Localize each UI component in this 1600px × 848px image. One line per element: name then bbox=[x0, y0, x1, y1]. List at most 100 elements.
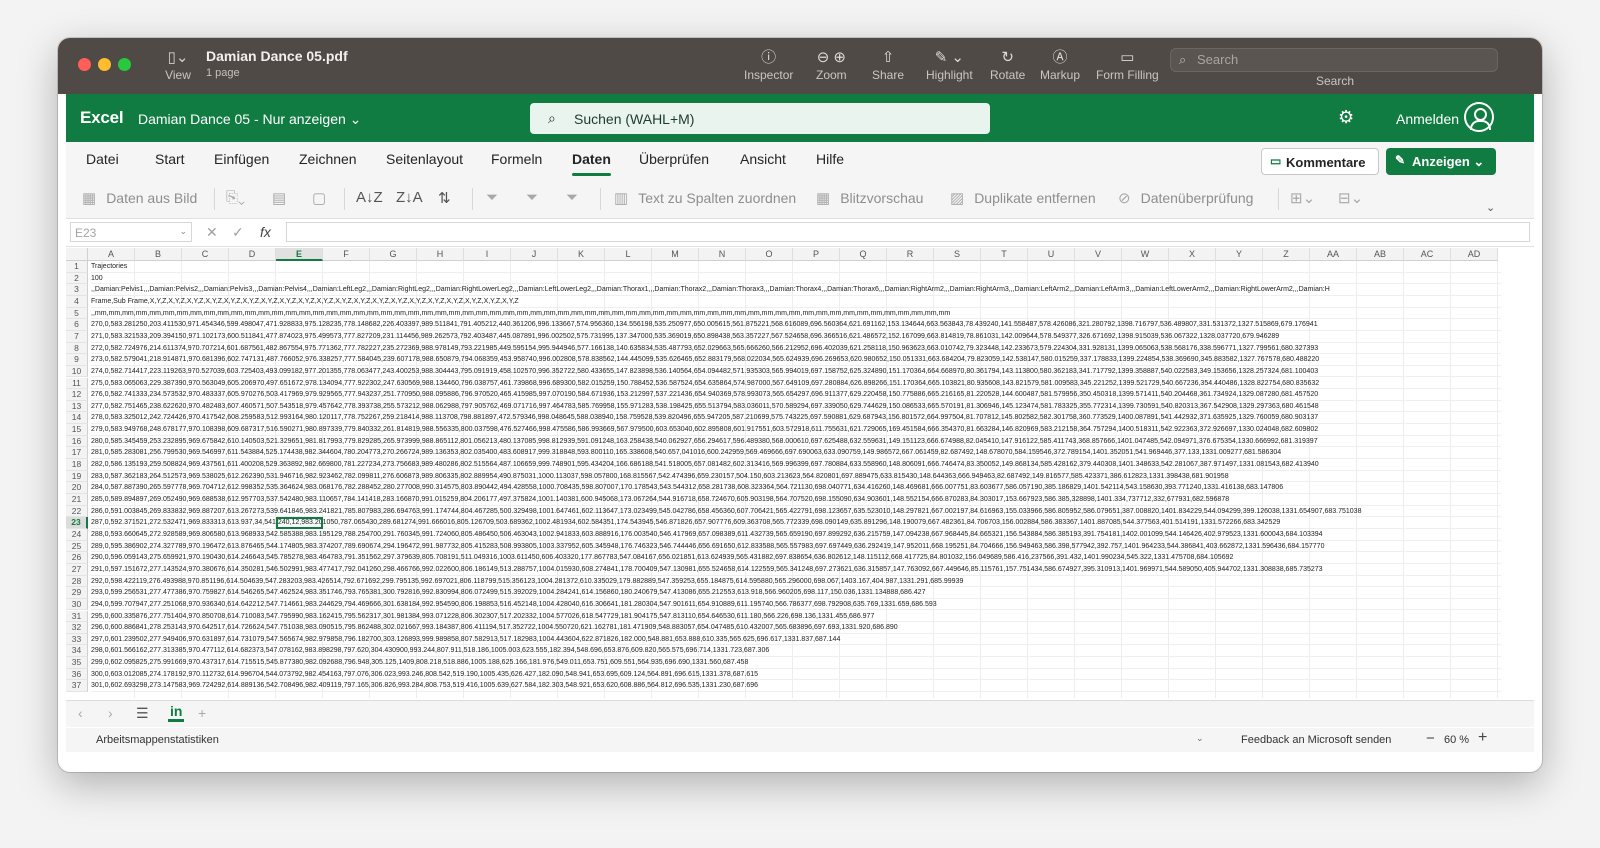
table-row[interactable]: 276,0,582.741333,234.573532,970.483337,6… bbox=[91, 389, 1501, 401]
highlight-button[interactable]: ✎ ⌄ Highlight bbox=[926, 48, 973, 82]
table-row[interactable]: 273,0,582.579041,218.914871,970.681396,6… bbox=[91, 354, 1501, 366]
table-row[interactable]: 297,0,601.239502,277.949406,970.631897,6… bbox=[91, 634, 1501, 646]
ungroup-button[interactable]: ⊟⌄ bbox=[1338, 189, 1373, 207]
column-header-h[interactable]: H bbox=[417, 248, 464, 261]
tab-einfuegen[interactable]: Einfügen bbox=[214, 151, 269, 167]
table-row[interactable]: 292,0,598.422119,276.493988,970.851196,6… bbox=[91, 576, 1501, 588]
row-header[interactable]: 13 bbox=[66, 400, 88, 413]
column-header-o[interactable]: O bbox=[746, 248, 793, 261]
table-row[interactable]: 282,0,586.135193,259.508824,969.437561,6… bbox=[91, 459, 1501, 471]
remove-duplicates-button[interactable]: ▨ Duplikate entfernen bbox=[950, 189, 1096, 207]
table-row[interactable]: 301,0,602.693298,273.147583,969.724292,6… bbox=[91, 680, 1501, 693]
row-header[interactable]: 4 bbox=[66, 295, 88, 308]
data-validation-button[interactable]: ⊘ Datenüberprüfung bbox=[1118, 189, 1253, 207]
row-header[interactable]: 37 bbox=[66, 680, 88, 693]
table-row[interactable]: 278,0,583.325012,242.724426,970.417542,6… bbox=[91, 412, 1501, 425]
column-header-t[interactable]: T bbox=[981, 248, 1028, 261]
row-header[interactable]: 8 bbox=[66, 342, 88, 355]
column-header-n[interactable]: N bbox=[699, 248, 746, 261]
row-header[interactable]: 14 bbox=[66, 412, 88, 425]
column-header-d[interactable]: D bbox=[229, 248, 276, 261]
table-row[interactable]: 100 bbox=[91, 273, 1501, 285]
column-header-f[interactable]: F bbox=[323, 248, 370, 261]
table-row[interactable]: ,,Damian:Pelvis1,,,Damian:Pelvis2,,,Dami… bbox=[91, 284, 1501, 296]
row-header[interactable]: 10 bbox=[66, 365, 88, 378]
column-header-q[interactable]: Q bbox=[840, 248, 887, 261]
get-data-button[interactable]: ⎘⌄ bbox=[226, 189, 255, 206]
spreadsheet-grid[interactable]: A B C D E F G H I J K L M N O P Q R S T U V W X Y Z AA AB AC AD 1 Traje… bbox=[66, 248, 1534, 698]
chevron-down-icon[interactable]: ⌄ bbox=[1196, 733, 1204, 744]
group-button[interactable]: ⊞⌄ bbox=[1290, 189, 1325, 207]
row-header[interactable]: 34 bbox=[66, 645, 88, 658]
row-header[interactable]: 17 bbox=[66, 447, 88, 460]
column-header-l[interactable]: L bbox=[605, 248, 652, 261]
table-row[interactable]: 270,0,583.281250,203.411530,971.454346,5… bbox=[91, 319, 1501, 331]
insert-function-icon[interactable]: fx bbox=[260, 224, 271, 240]
column-header-r[interactable]: R bbox=[887, 248, 934, 261]
flash-fill-button[interactable]: ▦ Blitzvorschau bbox=[816, 189, 923, 207]
preview-search-input[interactable]: ⌕ Search bbox=[1170, 48, 1498, 72]
row-header[interactable]: 31 bbox=[66, 610, 88, 623]
custom-sort-button[interactable]: ⇅ bbox=[438, 189, 461, 207]
table-row[interactable]: 295,0,600.335876,277.751404,970.850708,6… bbox=[91, 611, 1501, 623]
row-header[interactable]: 1 bbox=[66, 261, 88, 273]
name-box[interactable]: E23 ⌄ bbox=[70, 222, 192, 242]
row-header[interactable]: 16 bbox=[66, 435, 88, 448]
column-header-z[interactable]: Z bbox=[1263, 248, 1310, 261]
reapply-filter-button[interactable]: ⏷ bbox=[566, 189, 588, 206]
table-row[interactable]: 299,0,602.095825,275.991669,970.437317,6… bbox=[91, 657, 1501, 669]
row-header[interactable]: 25 bbox=[66, 540, 88, 553]
column-header-e[interactable]: E bbox=[276, 248, 323, 261]
sort-ascending-button[interactable]: A↓Z bbox=[356, 189, 393, 206]
table-row[interactable]: 279,0,583.949768,248.678177,970.108398,6… bbox=[91, 424, 1501, 436]
column-header-ab[interactable]: AB bbox=[1357, 248, 1404, 261]
inspector-button[interactable]: ⓘ Inspector bbox=[744, 48, 793, 82]
ribbon-collapse-button[interactable]: ⌄ bbox=[1486, 198, 1505, 214]
row-header[interactable]: 2 bbox=[66, 272, 88, 285]
sign-in-link[interactable]: Anmelden bbox=[1396, 111, 1459, 127]
gear-icon[interactable]: ⚙ bbox=[1338, 107, 1354, 128]
edit-links-button[interactable]: ▢ bbox=[312, 189, 336, 207]
column-header-m[interactable]: M bbox=[652, 248, 699, 261]
close-window-button[interactable] bbox=[78, 58, 91, 71]
column-header-s[interactable]: S bbox=[934, 248, 981, 261]
column-header-aa[interactable]: AA bbox=[1310, 248, 1357, 261]
row-header[interactable]: 15 bbox=[66, 424, 88, 436]
column-header-p[interactable]: P bbox=[793, 248, 840, 261]
column-header-u[interactable]: U bbox=[1028, 248, 1075, 261]
zoom-level[interactable]: 60 % bbox=[1444, 734, 1469, 746]
tab-hilfe[interactable]: Hilfe bbox=[816, 151, 844, 167]
row-header[interactable]: 11 bbox=[66, 377, 88, 390]
row-header[interactable]: 32 bbox=[66, 622, 88, 634]
row-header[interactable]: 27 bbox=[66, 563, 88, 576]
formula-input[interactable] bbox=[286, 222, 1530, 242]
row-header[interactable]: 3 bbox=[66, 284, 88, 296]
zoom-out-icon[interactable]: − bbox=[1426, 730, 1435, 747]
view-menu-button[interactable]: ▯⌄ View bbox=[158, 48, 198, 82]
table-row[interactable]: 272,0,582.724976,214.611374,970.707214,6… bbox=[91, 343, 1501, 355]
markup-button[interactable]: Ⓐ Markup bbox=[1040, 48, 1080, 82]
row-header[interactable]: 36 bbox=[66, 668, 88, 681]
zoom-in-icon[interactable]: + bbox=[1478, 729, 1487, 747]
row-header[interactable]: 5 bbox=[66, 307, 88, 320]
add-sheet-icon[interactable]: + bbox=[198, 705, 206, 721]
table-row[interactable]: 300,0,603.012085,274.178192,970.112732,6… bbox=[91, 669, 1501, 681]
row-header[interactable]: 30 bbox=[66, 598, 88, 611]
column-header-g[interactable]: G bbox=[370, 248, 417, 261]
table-row[interactable]: Trajectories bbox=[91, 261, 1501, 273]
column-header-c[interactable]: C bbox=[182, 248, 229, 261]
column-header-j[interactable]: J bbox=[511, 248, 558, 261]
avatar[interactable] bbox=[1464, 102, 1494, 132]
row-header[interactable]: 21 bbox=[66, 494, 88, 506]
tab-ansicht[interactable]: Ansicht bbox=[740, 151, 786, 167]
table-row[interactable]: 281,0,585.283081,256.799530,969.546997,6… bbox=[91, 447, 1501, 460]
tab-ueberpruefen[interactable]: Überprüfen bbox=[639, 151, 709, 167]
table-row[interactable]: 294,0,599.707947,277.251068,970.936340,6… bbox=[91, 599, 1501, 611]
tab-datei[interactable]: Datei bbox=[86, 151, 119, 167]
row-header[interactable]: 24 bbox=[66, 528, 88, 541]
column-header-ad[interactable]: AD bbox=[1451, 248, 1498, 261]
row-header[interactable]: 26 bbox=[66, 552, 88, 564]
table-row[interactable]: 274,0,582.714417,223.119263,970.527039,6… bbox=[91, 366, 1501, 378]
table-row[interactable]: 296,0,600.886841,278.253143,970.642517,6… bbox=[91, 622, 1501, 634]
column-header-k[interactable]: K bbox=[558, 248, 605, 261]
